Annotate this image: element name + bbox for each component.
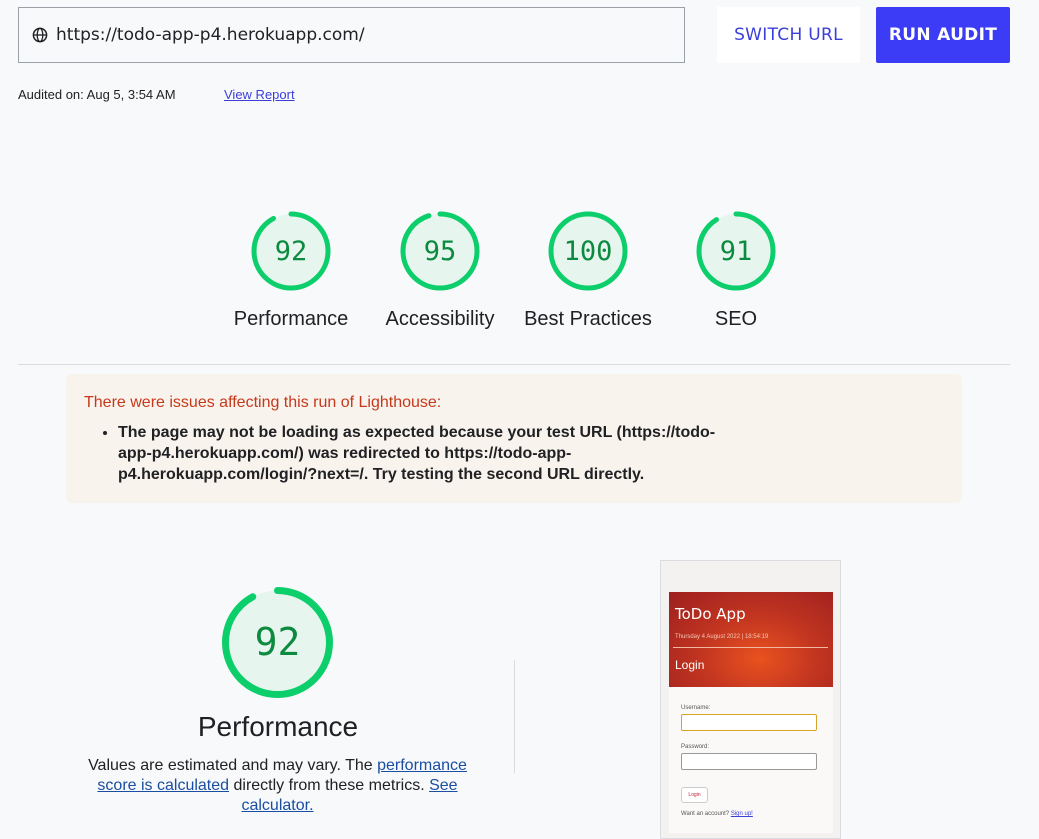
- warning-title: There were issues affecting this run of …: [84, 394, 442, 411]
- warning-box: There were issues affecting this run of …: [66, 374, 962, 503]
- screenshot-heading: Login: [675, 658, 705, 672]
- performance-gauge-large: 92: [220, 585, 335, 705]
- run-audit-button[interactable]: RUN AUDIT: [876, 7, 1010, 63]
- score-value: 95: [424, 236, 457, 267]
- toolbar: SWITCH URL RUN AUDIT: [18, 7, 1018, 67]
- vertical-divider: [514, 660, 515, 773]
- globe-icon: [32, 27, 48, 43]
- screenshot-login-form: Username: Password: Login Want an accoun…: [669, 687, 833, 833]
- performance-title: Performance: [197, 711, 359, 742]
- score-gauge-seo[interactable]: 91 SEO: [661, 210, 811, 331]
- screenshot-login-button: Login: [681, 787, 708, 803]
- score-gauge-performance[interactable]: 92 Performance: [216, 210, 366, 331]
- performance-score-large: 92: [255, 620, 301, 664]
- score-gauge-best-practices[interactable]: 100 Best Practices: [513, 210, 663, 331]
- page-screenshot-thumbnail: ToDo App Thursday 4 August 2022 | 18:54:…: [660, 560, 841, 839]
- screenshot-app-title: ToDo App: [675, 605, 746, 623]
- switch-url-button[interactable]: SWITCH URL: [717, 7, 860, 63]
- score-value: 100: [564, 236, 613, 267]
- score-gauge-accessibility[interactable]: 95 Accessibility: [365, 210, 515, 331]
- score-label: Accessibility: [385, 308, 495, 330]
- screenshot-username-label: Username:: [681, 705, 711, 711]
- screenshot-hero-divider: [673, 647, 828, 648]
- score-value: 91: [720, 236, 753, 267]
- performance-description: Values are estimated and may vary. The p…: [88, 757, 467, 814]
- url-field[interactable]: [18, 7, 685, 63]
- screenshot-footer: Want an account? Sign up!: [681, 811, 753, 817]
- score-value: 92: [275, 236, 308, 267]
- screenshot-password-label: Password:: [681, 744, 710, 750]
- warning-list: The page may not be loading as expected …: [118, 422, 738, 485]
- url-input[interactable]: [56, 25, 656, 45]
- screenshot-username-input: [681, 714, 817, 731]
- view-report-link[interactable]: View Report: [224, 87, 295, 102]
- divider: [18, 364, 1010, 365]
- score-label: SEO: [714, 308, 758, 330]
- score-label: Best Practices: [524, 308, 652, 330]
- screenshot-hero: ToDo App Thursday 4 August 2022 | 18:54:…: [669, 592, 833, 687]
- screenshot-password-input: [681, 753, 817, 770]
- audited-on-text: Audited on: Aug 5, 3:54 AM: [18, 87, 176, 102]
- score-label: Performance: [233, 308, 349, 330]
- screenshot-date: Thursday 4 August 2022 | 18:54:19: [675, 634, 769, 640]
- warning-item: The page may not be loading as expected …: [118, 422, 738, 485]
